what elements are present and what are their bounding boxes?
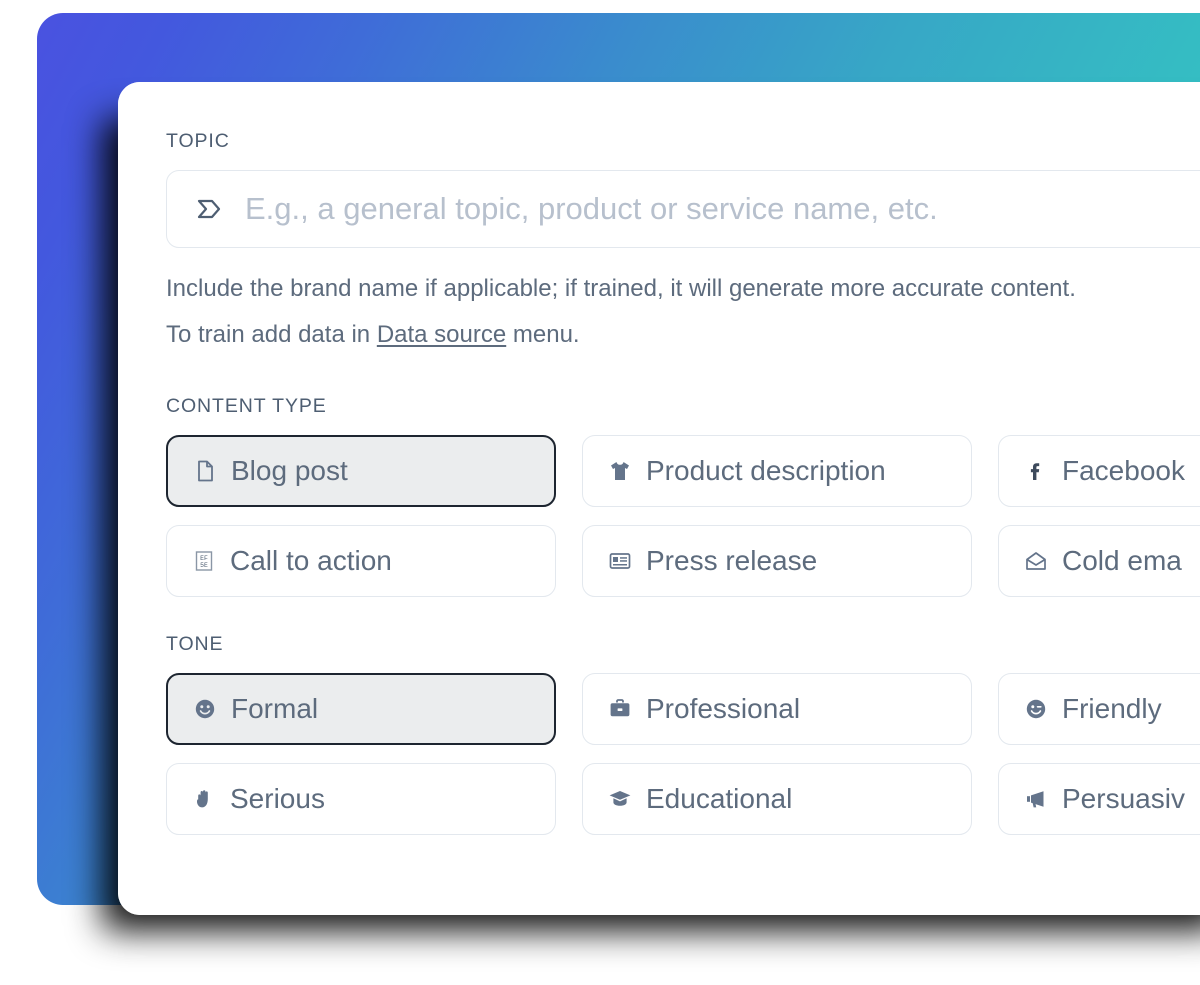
helper-line-2-after: menu. (506, 321, 580, 349)
option-label: Product description (646, 454, 886, 486)
option-press-release[interactable]: Press release (582, 524, 972, 597)
tone-section-label: TONE (166, 632, 224, 655)
option-product-description[interactable]: Product description (582, 434, 972, 507)
option-label: Educational (646, 782, 793, 814)
facebook-f-icon (1023, 458, 1049, 484)
option-blog-post[interactable]: Blog post (166, 434, 556, 507)
file-document-icon (192, 458, 218, 484)
smiley-icon (192, 696, 218, 722)
megaphone-icon (1023, 786, 1049, 812)
option-label: Formal (231, 692, 319, 724)
data-source-link[interactable]: Data source (377, 321, 506, 348)
panel-inner: TOPIC E.g., a general topic, product or … (118, 82, 1200, 915)
tone-options: Formal Professional Friendly Serious Edu… (166, 672, 1200, 835)
option-label: Facebook (1062, 454, 1185, 486)
option-friendly[interactable]: Friendly (998, 672, 1200, 745)
news-card-icon (607, 548, 633, 574)
option-persuasive[interactable]: Persuasiv (998, 762, 1200, 835)
briefcase-icon (607, 696, 633, 722)
content-generator-panel: TOPIC E.g., a general topic, product or … (118, 82, 1200, 915)
option-label: Professional (646, 692, 801, 724)
option-call-to-action[interactable]: EF 5E Call to action (166, 524, 556, 597)
option-label: Blog post (231, 454, 348, 486)
option-facebook[interactable]: Facebook (998, 434, 1200, 507)
raised-hand-icon (191, 786, 217, 812)
topic-section-label: TOPIC (166, 130, 230, 152)
option-formal[interactable]: Formal (166, 672, 556, 745)
open-envelope-icon (1023, 548, 1049, 574)
option-label: Persuasiv (1062, 782, 1185, 814)
option-label: Call to action (230, 544, 392, 576)
helper-line-1: Include the brand name if applicable; if… (166, 275, 1076, 302)
option-label: Serious (230, 782, 325, 814)
graduation-cap-icon (607, 786, 633, 812)
option-educational[interactable]: Educational (582, 762, 972, 835)
wink-smiley-icon (1023, 696, 1049, 722)
helper-line-2-before: To train add data in (166, 321, 377, 349)
content-type-section-label: CONTENT TYPE (166, 394, 327, 417)
option-serious[interactable]: Serious (166, 762, 556, 835)
helper-line-2: To train add data in Data source menu. (166, 312, 1200, 358)
topic-input[interactable]: E.g., a general topic, product or servic… (166, 170, 1200, 248)
tshirt-icon (607, 458, 633, 484)
topic-helper-text: Include the brand name if applicable; if… (166, 266, 1200, 359)
topic-input-placeholder: E.g., a general topic, product or servic… (245, 191, 938, 226)
option-cold-email[interactable]: Cold ema (998, 524, 1200, 597)
option-label: Friendly (1062, 692, 1162, 724)
option-professional[interactable]: Professional (582, 672, 972, 745)
screenshot-stage: TOPIC E.g., a general topic, product or … (0, 0, 1200, 985)
content-type-options: Blog post Product description Facebook E… (166, 434, 1200, 597)
svg-text:EF: EF (200, 555, 208, 562)
option-label: Cold ema (1062, 544, 1182, 576)
svg-text:5E: 5E (200, 562, 208, 569)
sigma-arrow-icon (193, 194, 223, 224)
glyph-box-icon: EF 5E (191, 548, 217, 574)
option-label: Press release (646, 544, 818, 576)
